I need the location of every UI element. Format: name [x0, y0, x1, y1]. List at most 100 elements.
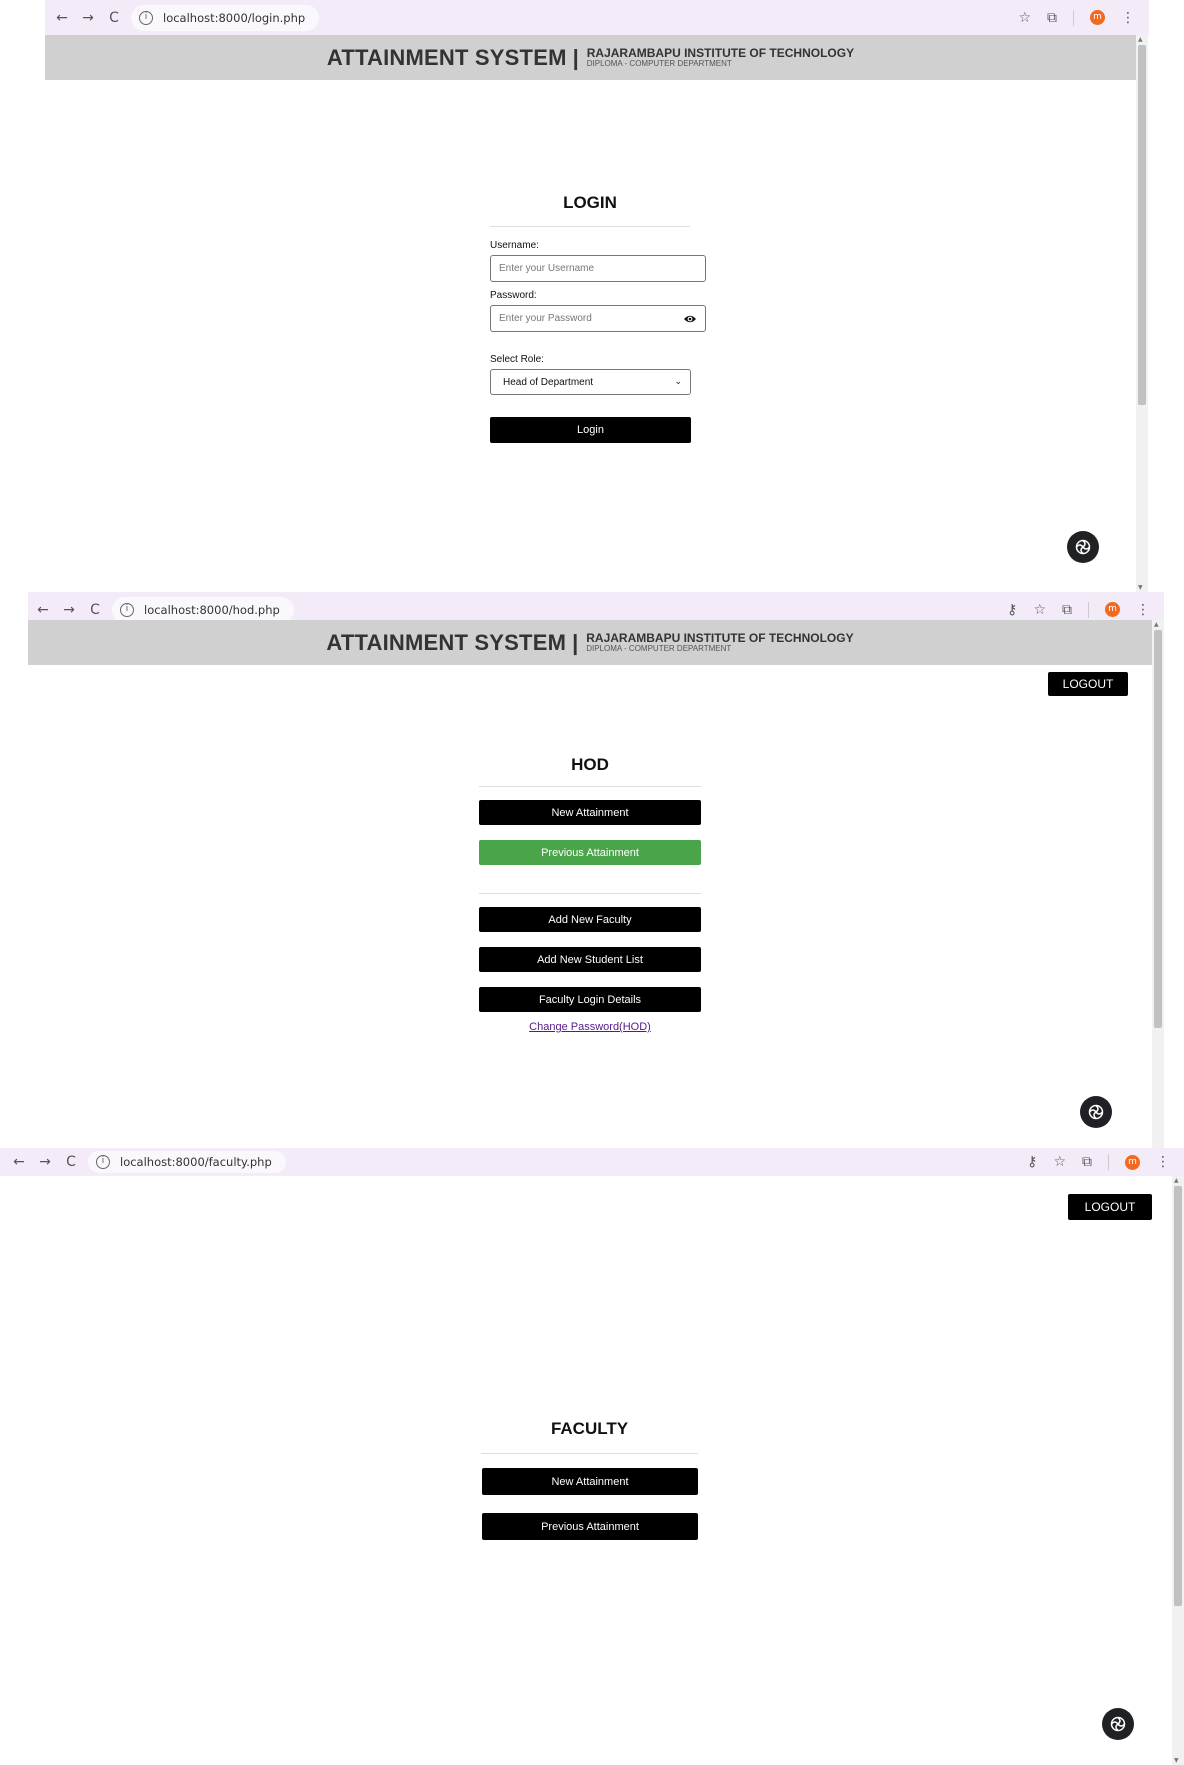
- login-heading: LOGIN: [563, 193, 617, 212]
- forward-icon[interactable]: →: [32, 1154, 58, 1170]
- address-bar[interactable]: i localhost:8000/login.php: [131, 4, 320, 31]
- profile-avatar[interactable]: m: [1125, 1154, 1140, 1170]
- department-name: DIPLOMA - COMPUTER DEPARTMENT: [586, 644, 732, 653]
- institute-block: RAJARAMBAPU INSTITUTE OF TECHNOLOGY DIPL…: [586, 632, 853, 653]
- bookmark-star-icon[interactable]: ☆: [1018, 10, 1031, 26]
- password-placeholder: Enter your Password: [499, 313, 592, 324]
- bookmark-star-icon[interactable]: ☆: [1033, 602, 1046, 618]
- assistant-fab[interactable]: [1102, 1708, 1134, 1740]
- scroll-up-arrow-icon[interactable]: ▲: [1154, 621, 1159, 628]
- login-screen: ← → C i localhost:8000/login.php ☆ ⧉ m ⋮…: [45, 0, 1149, 592]
- extensions-icon[interactable]: ⧉: [1062, 602, 1072, 618]
- password-key-icon[interactable]: ⚷: [1007, 602, 1017, 618]
- scroll-down-arrow-icon[interactable]: ▼: [1174, 1757, 1179, 1764]
- faculty-screen: ← → C i localhost:8000/faculty.php ⚷ ☆ ⧉…: [0, 1148, 1184, 1765]
- scroll-up-arrow-icon[interactable]: ▲: [1138, 36, 1143, 43]
- assistant-swirl-icon: [1075, 539, 1091, 555]
- faculty-heading: FACULTY: [550, 1419, 629, 1438]
- add-faculty-button[interactable]: Add New Faculty: [479, 907, 701, 932]
- add-student-list-button[interactable]: Add New Student List: [479, 947, 701, 972]
- institute-name: RAJARAMBAPU INSTITUTE OF TECHNOLOGY: [586, 46, 855, 60]
- assistant-swirl-icon: [1088, 1104, 1104, 1120]
- reload-icon[interactable]: C: [58, 1154, 84, 1170]
- scroll-thumb[interactable]: [1174, 1186, 1182, 1606]
- reload-icon[interactable]: C: [82, 602, 108, 618]
- app-title: ATTAINMENT SYSTEM: [326, 44, 567, 70]
- role-label: Select Role:: [490, 354, 544, 365]
- show-password-eye-icon[interactable]: [683, 314, 697, 324]
- url-text: localhost:8000/faculty.php: [120, 1155, 272, 1169]
- institute-block: RAJARAMBAPU INSTITUTE OF TECHNOLOGY DIPL…: [587, 47, 854, 68]
- heading-divider: [490, 226, 690, 227]
- toolbar-divider: [1108, 1154, 1109, 1170]
- select-chevron-icon: ⌄: [674, 377, 682, 387]
- faculty-login-details-button[interactable]: Faculty Login Details: [479, 987, 701, 1012]
- browser-menu-icon[interactable]: ⋮: [1136, 602, 1150, 618]
- scroll-thumb[interactable]: [1138, 45, 1146, 405]
- profile-avatar[interactable]: m: [1105, 602, 1120, 617]
- new-attainment-button[interactable]: New Attainment: [482, 1468, 698, 1495]
- app-header: ATTAINMENT SYSTEM | RAJARAMBAPU INSTITUT…: [45, 35, 1136, 80]
- forward-icon[interactable]: →: [56, 602, 82, 618]
- hod-heading: HOD: [571, 755, 609, 774]
- url-text: localhost:8000/hod.php: [144, 602, 280, 617]
- heading-divider: [479, 786, 701, 787]
- toolbar-actions: ⚷ ☆ ⧉ m ⋮: [1027, 1154, 1184, 1170]
- assistant-swirl-icon: [1110, 1716, 1126, 1732]
- site-info-icon[interactable]: i: [139, 10, 153, 25]
- profile-avatar[interactable]: m: [1090, 10, 1105, 25]
- scroll-down-arrow-icon[interactable]: ▼: [1138, 584, 1143, 591]
- username-input[interactable]: Enter your Username: [490, 255, 706, 282]
- password-label: Password:: [490, 290, 537, 301]
- page-scrollbar[interactable]: ▲ ▼: [1172, 1176, 1184, 1765]
- login-button[interactable]: Login: [490, 417, 691, 443]
- page-scrollbar[interactable]: ▲ ▼: [1136, 35, 1148, 592]
- password-input[interactable]: Enter your Password: [490, 305, 706, 332]
- previous-attainment-button[interactable]: Previous Attainment: [482, 1513, 698, 1540]
- assistant-fab[interactable]: [1067, 531, 1099, 563]
- site-info-icon[interactable]: i: [96, 1155, 110, 1169]
- toolbar-actions: ⚷ ☆ ⧉ m ⋮: [1007, 601, 1164, 618]
- department-name: DIPLOMA - COMPUTER DEPARTMENT: [586, 59, 732, 68]
- browser-menu-icon[interactable]: ⋮: [1156, 1154, 1170, 1170]
- role-selected-value: Head of Department: [503, 376, 594, 388]
- title-separator: |: [572, 629, 579, 655]
- scroll-thumb[interactable]: [1154, 630, 1162, 1028]
- section-divider: [479, 893, 701, 894]
- logout-button[interactable]: LOGOUT: [1068, 1194, 1152, 1220]
- toolbar-actions: ☆ ⧉ m ⋮: [1018, 9, 1149, 26]
- extensions-icon[interactable]: ⧉: [1082, 1154, 1092, 1170]
- password-key-icon[interactable]: ⚷: [1027, 1154, 1037, 1170]
- bookmark-star-icon[interactable]: ☆: [1053, 1154, 1066, 1170]
- title-separator: |: [572, 44, 579, 70]
- browser-menu-icon[interactable]: ⋮: [1121, 10, 1135, 26]
- app-header: ATTAINMENT SYSTEM | RAJARAMBAPU INSTITUT…: [28, 620, 1152, 665]
- forward-icon[interactable]: →: [75, 10, 101, 26]
- site-info-icon[interactable]: i: [120, 602, 134, 617]
- change-password-link[interactable]: Change Password(HOD): [479, 1021, 701, 1033]
- back-icon[interactable]: ←: [30, 602, 56, 618]
- extensions-icon[interactable]: ⧉: [1047, 10, 1057, 26]
- logout-button[interactable]: LOGOUT: [1048, 672, 1128, 696]
- previous-attainment-button[interactable]: Previous Attainment: [479, 840, 701, 865]
- username-label: Username:: [490, 240, 539, 251]
- hod-screen: ← → C i localhost:8000/hod.php ⚷ ☆ ⧉ m ⋮…: [28, 592, 1164, 1148]
- toolbar-divider: [1088, 601, 1089, 618]
- back-icon[interactable]: ←: [49, 10, 75, 26]
- heading-divider: [481, 1453, 698, 1454]
- scroll-up-arrow-icon[interactable]: ▲: [1174, 1177, 1179, 1184]
- assistant-fab[interactable]: [1080, 1096, 1112, 1128]
- browser-toolbar: ← → C i localhost:8000/login.php ☆ ⧉ m ⋮: [45, 0, 1149, 35]
- toolbar-divider: [1073, 9, 1074, 26]
- reload-icon[interactable]: C: [101, 10, 127, 26]
- back-icon[interactable]: ←: [6, 1154, 32, 1170]
- role-select[interactable]: Head of Department ⌄: [490, 369, 691, 395]
- app-title: ATTAINMENT SYSTEM: [326, 629, 567, 655]
- address-bar[interactable]: i localhost:8000/hod.php: [112, 596, 294, 623]
- address-bar[interactable]: i localhost:8000/faculty.php: [88, 1151, 286, 1173]
- new-attainment-button[interactable]: New Attainment: [479, 800, 701, 825]
- institute-name: RAJARAMBAPU INSTITUTE OF TECHNOLOGY: [586, 631, 854, 645]
- url-text: localhost:8000/login.php: [163, 10, 306, 25]
- browser-toolbar: ← → C i localhost:8000/faculty.php ⚷ ☆ ⧉…: [0, 1148, 1184, 1176]
- page-scrollbar[interactable]: ▲: [1152, 620, 1164, 1148]
